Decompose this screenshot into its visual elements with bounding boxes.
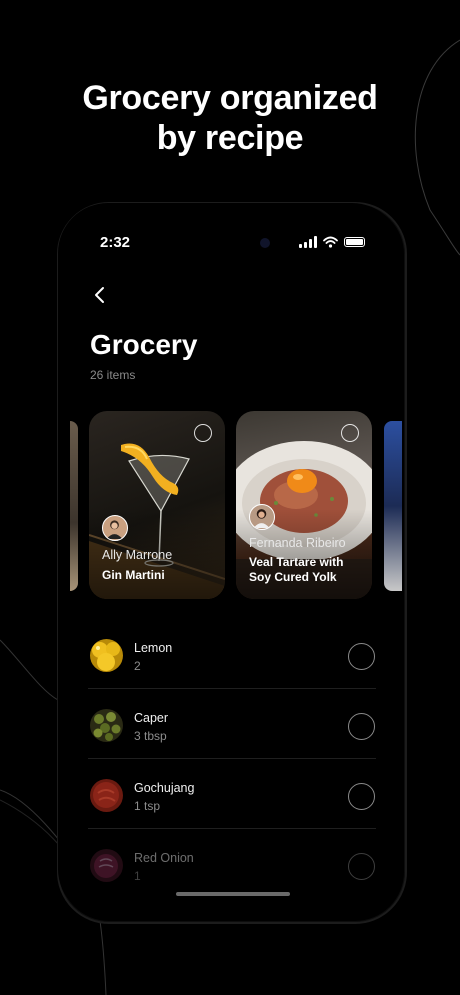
previous-card-peek[interactable]	[70, 421, 78, 591]
item-check-toggle[interactable]	[348, 783, 375, 810]
card-recipe-title: Veal Tartare with Soy Cured Yolk	[249, 555, 343, 585]
battery-icon	[344, 237, 365, 247]
recipe-card-gin-martini[interactable]: Ally Marrone Gin Martini	[89, 411, 225, 599]
recipe-card-veal-tartare[interactable]: Fernanda Ribeiro Veal Tartare with Soy C…	[236, 411, 372, 599]
item-check-toggle[interactable]	[348, 713, 375, 740]
lemon-thumbnail	[90, 639, 123, 672]
item-quantity: 1	[134, 869, 141, 883]
item-name: Lemon	[134, 641, 173, 655]
red-onion-thumbnail	[90, 849, 123, 882]
recipe-title-line-1: Veal Tartare with	[249, 555, 344, 569]
card-author: Ally Marrone	[102, 548, 173, 562]
grocery-list: Lemon 2 Caper 3 tbsp Gochujang 1 tsp Red…	[88, 619, 376, 898]
item-check-toggle[interactable]	[348, 853, 375, 880]
phone-screen: 2:32 Grocery 26 items Ally Marrone Gin M…	[58, 203, 402, 919]
item-quantity: 2	[134, 659, 141, 673]
item-name: Gochujang	[134, 781, 195, 795]
author-avatar	[249, 504, 275, 530]
item-quantity: 3 tbsp	[134, 729, 167, 743]
card-author: Fernanda Ribeiro	[249, 536, 346, 550]
item-quantity: 1 tsp	[134, 799, 161, 813]
marketing-headline: Grocery organized by recipe	[0, 78, 460, 158]
wifi-icon	[323, 236, 338, 248]
caper-thumbnail	[90, 709, 123, 742]
item-count: 26 items	[90, 368, 136, 382]
headline-line-1: Grocery organized	[82, 79, 378, 117]
page-title: Grocery	[90, 329, 198, 360]
item-check-toggle[interactable]	[348, 643, 375, 670]
signal-icon	[299, 236, 317, 248]
list-item[interactable]: Red Onion 1	[88, 829, 376, 898]
home-indicator[interactable]	[176, 892, 290, 896]
back-button[interactable]	[88, 283, 112, 307]
headline-line-2: by recipe	[156, 119, 304, 157]
card-select-toggle[interactable]	[194, 424, 212, 442]
card-recipe-title: Gin Martini	[102, 568, 165, 582]
item-name: Caper	[134, 711, 169, 725]
status-time: 2:32	[100, 234, 131, 251]
list-item[interactable]: Lemon 2	[88, 619, 376, 689]
item-name: Red Onion	[134, 851, 194, 865]
camera-dot	[260, 238, 270, 248]
status-icons	[299, 234, 365, 250]
list-item[interactable]: Caper 3 tbsp	[88, 689, 376, 759]
author-avatar	[102, 515, 128, 541]
recipe-title-line-2: Soy Cured Yolk	[249, 570, 337, 584]
next-card-peek[interactable]	[384, 421, 402, 591]
card-select-toggle[interactable]	[341, 424, 359, 442]
gochujang-thumbnail	[90, 779, 123, 812]
list-item[interactable]: Gochujang 1 tsp	[88, 759, 376, 829]
